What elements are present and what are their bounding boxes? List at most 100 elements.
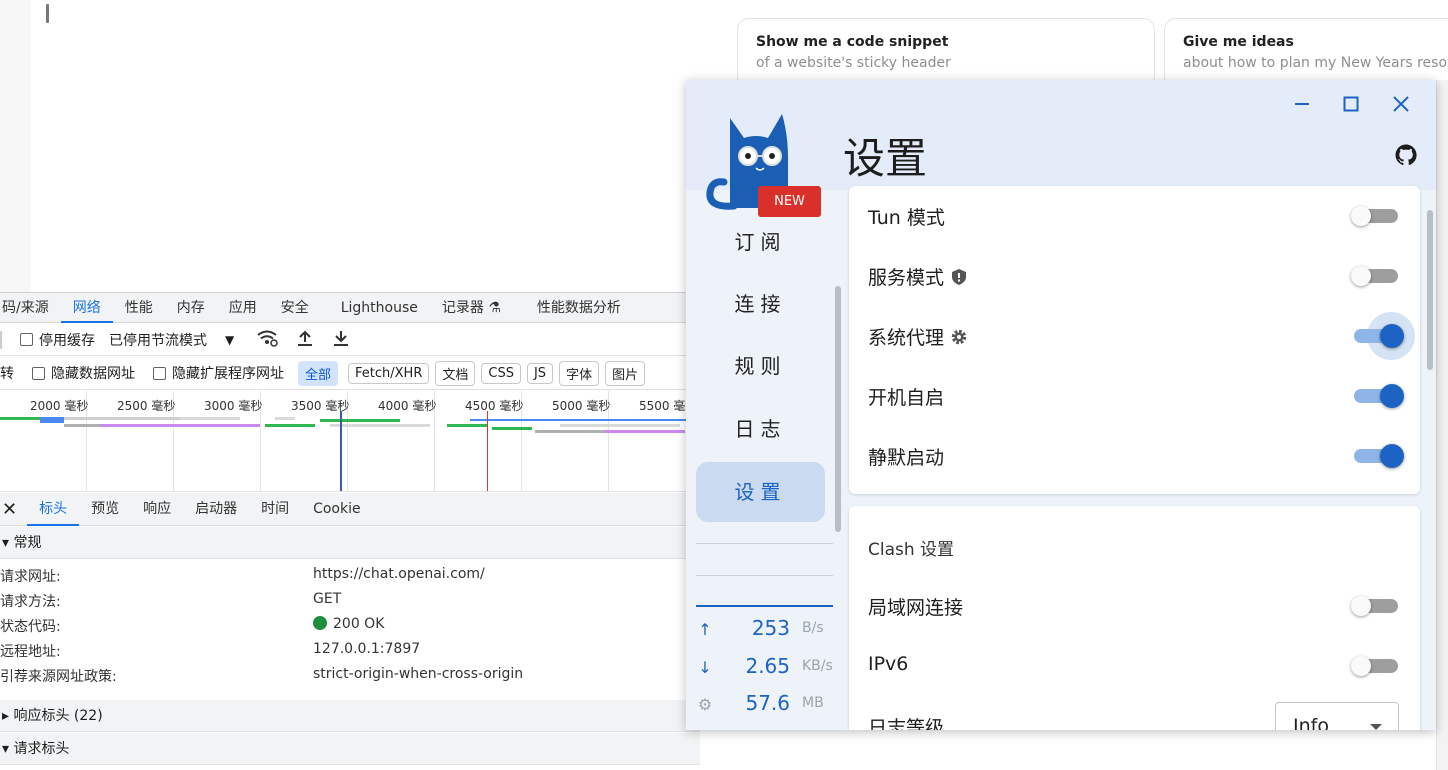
suggestion-subtitle: of a website's sticky header xyxy=(756,55,951,71)
sidebar-item-connections[interactable]: 连接 xyxy=(696,274,825,334)
tun-mode-toggle[interactable] xyxy=(1351,206,1398,226)
filter-doc[interactable]: 文档 xyxy=(435,360,476,386)
suggestion-subtitle: about how to plan my New Years resol xyxy=(1183,55,1448,71)
filter-all[interactable]: 全部 xyxy=(298,360,339,386)
header-key: 请求方法: xyxy=(0,594,61,610)
filter-img[interactable]: 图片 xyxy=(605,360,646,386)
silent-start-toggle[interactable] xyxy=(1354,444,1404,468)
hide-extension-urls-checkbox[interactable] xyxy=(153,366,166,380)
setting-label: 系统代理 xyxy=(868,327,945,349)
system-proxy-toggle[interactable] xyxy=(1354,312,1415,360)
request-bar xyxy=(605,430,685,433)
shield-icon[interactable] xyxy=(950,268,968,286)
hide-data-urls-label: 隐藏数据网址 xyxy=(51,366,135,382)
service-mode-toggle[interactable] xyxy=(1351,266,1398,286)
timeline-tick: 4500 毫秒 xyxy=(465,399,524,413)
filter-fetch-xhr[interactable]: Fetch/XHR xyxy=(348,362,430,384)
suggestion-title: Give me ideas xyxy=(1183,34,1294,50)
tab-security[interactable]: 安全 xyxy=(269,293,321,323)
tab-performance-insights[interactable]: 性能数据分析 xyxy=(513,293,633,323)
header-value: 127.0.0.1:7897 xyxy=(313,641,421,657)
tab-headers[interactable]: 标头 xyxy=(27,493,80,526)
maximize-icon[interactable] xyxy=(1336,92,1366,122)
tab-application[interactable]: 应用 xyxy=(217,293,269,323)
upload-unit: B/s xyxy=(802,620,824,636)
tab-lighthouse[interactable]: Lighthouse xyxy=(321,293,430,323)
filter-font[interactable]: 字体 xyxy=(559,360,600,386)
hide-data-urls-checkbox[interactable] xyxy=(32,366,45,380)
system-settings-card: Tun 模式 服务模式 系统代理 开机自启 静默启动 xyxy=(849,186,1420,494)
setting-label: 日志等级 xyxy=(868,717,945,730)
toolbar-divider xyxy=(0,330,2,349)
filter-js[interactable]: JS xyxy=(526,362,554,384)
network-toolbar: 停用缓存 已停用节流模式 ▼ xyxy=(0,324,700,356)
setting-label-wrap: 系统代理 xyxy=(868,323,968,350)
status-dot-icon xyxy=(313,616,327,630)
disable-cache-checkbox[interactable] xyxy=(20,333,33,346)
tab-memory[interactable]: 内存 xyxy=(165,293,217,323)
chevron-down-icon[interactable]: ▼ xyxy=(225,333,234,347)
minimize-icon[interactable] xyxy=(1287,92,1317,122)
status-text: 200 OK xyxy=(333,616,385,632)
response-headers-section-header[interactable]: ▸ 响应标头 (22) xyxy=(0,700,700,732)
request-bar xyxy=(64,424,100,427)
timeline-tick: 3000 毫秒 xyxy=(204,399,263,413)
network-filter-bar: 转 隐藏数据网址 隐藏扩展程序网址 全部 Fetch/XHR 文档 CSS JS… xyxy=(0,357,700,390)
tab-sources[interactable]: 码/来源 xyxy=(0,293,61,323)
setting-silent-start: 静默启动 xyxy=(849,426,1420,486)
suggestion-card[interactable]: Give me ideas about how to plan my New Y… xyxy=(1164,18,1448,88)
log-level-select[interactable]: Info xyxy=(1275,702,1399,730)
tab-performance[interactable]: 性能 xyxy=(113,293,165,323)
arrow-down-icon: ↓ xyxy=(698,658,712,677)
sidebar-item-settings[interactable]: 设置 xyxy=(696,462,825,522)
request-bar xyxy=(100,424,260,427)
header-key: 状态代码: xyxy=(0,619,61,635)
network-conditions-icon[interactable] xyxy=(256,329,278,351)
gear-icon[interactable] xyxy=(950,328,968,346)
sidebar-item-rules[interactable]: 规则 xyxy=(696,336,825,396)
hide-extension-urls-label: 隐藏扩展程序网址 xyxy=(172,366,284,382)
header-row: 请求方法: GET xyxy=(0,591,700,616)
header-row: 远程地址: 127.0.0.1:7897 xyxy=(0,641,700,666)
close-icon[interactable] xyxy=(1386,92,1416,122)
allow-lan-toggle[interactable] xyxy=(1351,596,1398,616)
request-bar xyxy=(492,427,532,430)
setting-service-mode: 服务模式 xyxy=(849,246,1420,306)
background-window-edge xyxy=(1436,80,1448,770)
tab-response[interactable]: 响应 xyxy=(131,493,183,526)
setting-auto-launch: 开机自启 xyxy=(849,366,1420,426)
tab-cookies[interactable]: Cookie xyxy=(301,493,373,526)
flask-icon: ⚗ xyxy=(488,299,501,316)
general-section-header[interactable]: ▾ 常规 xyxy=(0,527,700,559)
import-har-icon[interactable] xyxy=(296,329,314,351)
tab-initiator[interactable]: 启动器 xyxy=(183,493,249,526)
tab-timing[interactable]: 时间 xyxy=(249,493,301,526)
throttle-select[interactable]: 已停用节流模式 xyxy=(109,330,207,350)
ipv6-toggle[interactable] xyxy=(1351,656,1398,676)
download-speed: ↓ 2.65 KB/s xyxy=(696,654,836,684)
request-bar xyxy=(535,430,605,433)
header-value: https://chat.openai.com/ xyxy=(313,566,485,582)
timeline-tick: 2500 毫秒 xyxy=(117,399,176,413)
memory-usage: ⚙ 57.6 MB xyxy=(696,691,836,721)
export-har-icon[interactable] xyxy=(332,329,350,351)
tab-recorder[interactable]: 记录器 ⚗ xyxy=(430,293,513,323)
tab-recorder-label: 记录器 xyxy=(441,299,484,316)
sidebar-item-profiles[interactable]: 订阅 xyxy=(696,212,825,272)
sidebar-item-logs[interactable]: 日志 xyxy=(696,399,825,459)
github-icon[interactable] xyxy=(1394,143,1418,167)
sidebar-scrollbar[interactable] xyxy=(835,286,841,532)
request-headers-section-header[interactable]: ▾ 请求标头 xyxy=(0,733,700,765)
close-icon[interactable]: ✕ xyxy=(2,499,17,520)
setting-label: IPv6 xyxy=(868,653,909,675)
tab-network[interactable]: 网络 xyxy=(60,293,113,323)
suggestion-card[interactable]: Show me a code snippet of a website's st… xyxy=(737,18,1155,88)
network-overview-timeline[interactable]: 2000 毫秒 2500 毫秒 3000 毫秒 3500 毫秒 4000 毫秒 … xyxy=(0,391,700,492)
request-bar xyxy=(320,419,400,422)
timeline-tick: 4000 毫秒 xyxy=(378,399,437,413)
clash-settings-card: Clash 设置 局域网连接 IPv6 日志等级 Info xyxy=(849,506,1420,730)
auto-launch-toggle[interactable] xyxy=(1354,384,1404,408)
filter-css[interactable]: CSS xyxy=(481,362,521,384)
content-scrollbar[interactable] xyxy=(1427,210,1433,370)
tab-preview[interactable]: 预览 xyxy=(79,493,131,526)
